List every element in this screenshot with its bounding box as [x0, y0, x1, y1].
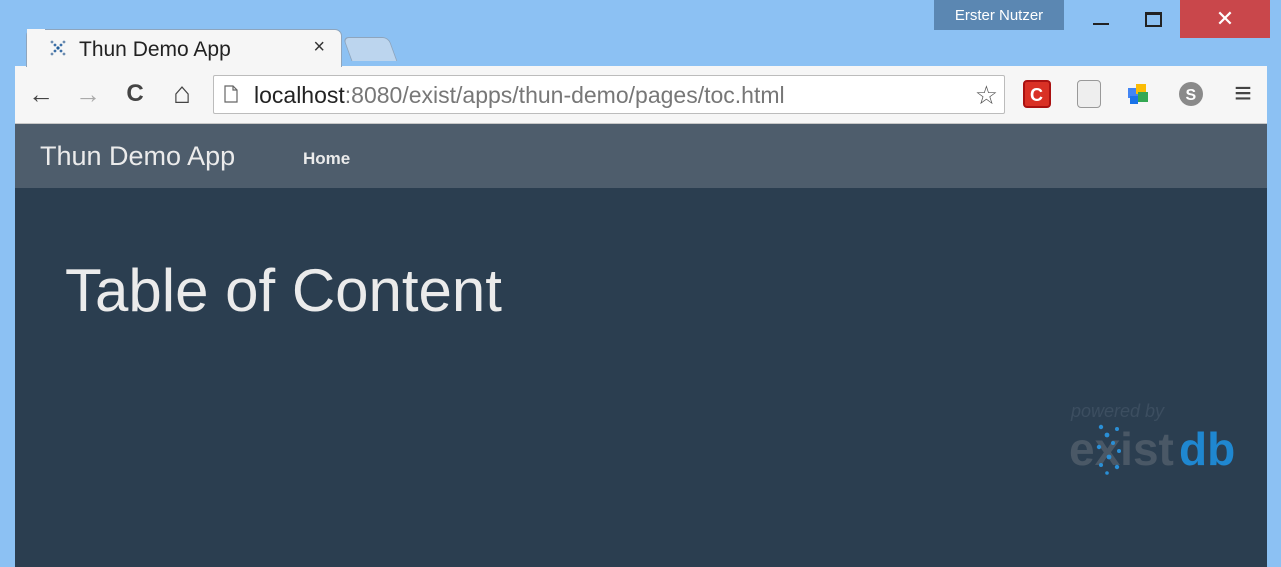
- tab-title: Thun Demo App: [79, 38, 231, 61]
- exist-favicon-icon: [50, 40, 66, 56]
- close-icon: ✕: [1215, 6, 1235, 31]
- user-badge[interactable]: Erster Nutzer: [934, 0, 1064, 30]
- maximize-button[interactable]: [1128, 0, 1178, 38]
- svg-text:S: S: [1186, 87, 1197, 104]
- powered-by-label: powered by: [1071, 401, 1165, 421]
- tab-close-icon[interactable]: ×: [313, 36, 325, 59]
- document-extension-icon[interactable]: [1077, 80, 1101, 108]
- page-title: Table of Content: [65, 257, 502, 324]
- new-tab-button[interactable]: [342, 37, 398, 61]
- browser-toolbar: ← → C ⌂ localhost:8080/exist/apps/thun-d…: [15, 66, 1269, 124]
- minimize-button[interactable]: [1076, 0, 1126, 38]
- page-navbar: Thun Demo App Home: [15, 124, 1267, 188]
- logo-suffix: db: [1179, 423, 1235, 475]
- maximize-icon: [1144, 11, 1162, 27]
- back-arrow-icon: ←: [28, 78, 54, 109]
- close-window-button[interactable]: ✕: [1180, 0, 1270, 38]
- page-content: Table of Content powered by exist db: [15, 188, 1267, 567]
- menu-button[interactable]: ≡: [1229, 77, 1257, 110]
- page-icon: [224, 85, 238, 103]
- forward-arrow-icon: →: [75, 78, 101, 109]
- url-text[interactable]: localhost:8080/exist/apps/thun-demo/page…: [254, 82, 785, 109]
- nav-link-home[interactable]: Home: [303, 149, 350, 169]
- c-letter-icon: C: [1030, 85, 1043, 105]
- navbar-brand[interactable]: Thun Demo App: [40, 141, 235, 172]
- url-path: :8080/exist/apps/thun-demo/pages/toc.htm…: [344, 82, 785, 108]
- home-icon: ⌂: [172, 77, 192, 110]
- home-button[interactable]: ⌂: [168, 77, 196, 110]
- url-host: localhost: [254, 82, 345, 108]
- svg-text:C: C: [1030, 85, 1043, 105]
- tab-thun-demo-app[interactable]: Thun Demo App ×: [26, 29, 342, 67]
- reload-button[interactable]: C: [121, 80, 149, 108]
- forward-button[interactable]: →: [74, 78, 102, 109]
- reload-icon: C: [126, 80, 144, 107]
- back-button[interactable]: ←: [27, 78, 55, 109]
- puzzle-extension-icon[interactable]: [1125, 80, 1153, 108]
- address-bar[interactable]: localhost:8080/exist/apps/thun-demo/page…: [213, 75, 1005, 114]
- window-right-edge: [1267, 66, 1270, 567]
- minimize-icon: [1093, 23, 1109, 25]
- existdb-logo[interactable]: exist db: [1069, 421, 1249, 476]
- bookmark-star-icon[interactable]: ☆: [975, 80, 998, 111]
- skype-icon[interactable]: S: [1177, 80, 1205, 108]
- hamburger-menu-icon: ≡: [1234, 77, 1252, 110]
- c-extension-icon[interactable]: C: [1023, 80, 1051, 108]
- logo-prefix: exist: [1069, 423, 1174, 475]
